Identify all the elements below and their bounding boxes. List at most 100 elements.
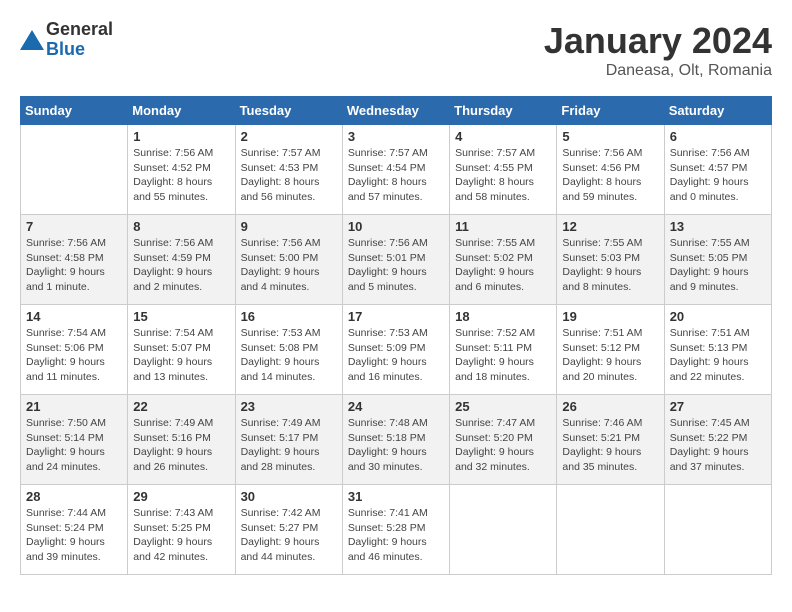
day-number: 26 — [562, 399, 658, 414]
calendar-cell: 29 Sunrise: 7:43 AM Sunset: 5:25 PM Dayli… — [128, 485, 235, 575]
day-info: Sunrise: 7:53 AM Sunset: 5:08 PM Dayligh… — [241, 326, 337, 385]
day-number: 1 — [133, 129, 229, 144]
calendar-cell: 31 Sunrise: 7:41 AM Sunset: 5:28 PM Dayli… — [342, 485, 449, 575]
day-info: Sunrise: 7:53 AM Sunset: 5:09 PM Dayligh… — [348, 326, 444, 385]
day-info: Sunrise: 7:50 AM Sunset: 5:14 PM Dayligh… — [26, 416, 122, 475]
day-number: 7 — [26, 219, 122, 234]
day-number: 10 — [348, 219, 444, 234]
header-wednesday: Wednesday — [342, 97, 449, 125]
day-info: Sunrise: 7:56 AM Sunset: 4:59 PM Dayligh… — [133, 236, 229, 295]
calendar-cell: 7 Sunrise: 7:56 AM Sunset: 4:58 PM Daylig… — [21, 215, 128, 305]
day-info: Sunrise: 7:56 AM Sunset: 4:52 PM Dayligh… — [133, 146, 229, 205]
calendar-week-1: 7 Sunrise: 7:56 AM Sunset: 4:58 PM Daylig… — [21, 215, 772, 305]
day-number: 6 — [670, 129, 766, 144]
calendar-cell: 9 Sunrise: 7:56 AM Sunset: 5:00 PM Daylig… — [235, 215, 342, 305]
day-number: 29 — [133, 489, 229, 504]
day-info: Sunrise: 7:56 AM Sunset: 5:00 PM Dayligh… — [241, 236, 337, 295]
day-info: Sunrise: 7:49 AM Sunset: 5:16 PM Dayligh… — [133, 416, 229, 475]
calendar-cell: 17 Sunrise: 7:53 AM Sunset: 5:09 PM Dayli… — [342, 305, 449, 395]
logo: General Blue — [20, 20, 113, 60]
day-number: 12 — [562, 219, 658, 234]
day-number: 9 — [241, 219, 337, 234]
day-info: Sunrise: 7:43 AM Sunset: 5:25 PM Dayligh… — [133, 506, 229, 565]
calendar-cell: 19 Sunrise: 7:51 AM Sunset: 5:12 PM Dayli… — [557, 305, 664, 395]
calendar-cell: 28 Sunrise: 7:44 AM Sunset: 5:24 PM Dayli… — [21, 485, 128, 575]
calendar-header-row: SundayMondayTuesdayWednesdayThursdayFrid… — [21, 97, 772, 125]
day-info: Sunrise: 7:51 AM Sunset: 5:12 PM Dayligh… — [562, 326, 658, 385]
day-number: 13 — [670, 219, 766, 234]
day-number: 31 — [348, 489, 444, 504]
calendar-cell: 30 Sunrise: 7:42 AM Sunset: 5:27 PM Dayli… — [235, 485, 342, 575]
day-info: Sunrise: 7:48 AM Sunset: 5:18 PM Dayligh… — [348, 416, 444, 475]
day-info: Sunrise: 7:56 AM Sunset: 4:56 PM Dayligh… — [562, 146, 658, 205]
day-number: 3 — [348, 129, 444, 144]
calendar-cell: 2 Sunrise: 7:57 AM Sunset: 4:53 PM Daylig… — [235, 125, 342, 215]
calendar-cell: 15 Sunrise: 7:54 AM Sunset: 5:07 PM Dayli… — [128, 305, 235, 395]
calendar-cell: 27 Sunrise: 7:45 AM Sunset: 5:22 PM Dayli… — [664, 395, 771, 485]
day-number: 5 — [562, 129, 658, 144]
day-info: Sunrise: 7:56 AM Sunset: 5:01 PM Dayligh… — [348, 236, 444, 295]
day-info: Sunrise: 7:41 AM Sunset: 5:28 PM Dayligh… — [348, 506, 444, 565]
day-number: 27 — [670, 399, 766, 414]
calendar-cell: 20Sunrise: 7:51 AM Sunset: 5:13 PM Dayli… — [664, 305, 771, 395]
calendar-cell — [450, 485, 557, 575]
calendar-cell: 3Sunrise: 7:57 AM Sunset: 4:54 PM Daylig… — [342, 125, 449, 215]
calendar-cell: 16 Sunrise: 7:53 AM Sunset: 5:08 PM Dayli… — [235, 305, 342, 395]
day-number: 30 — [241, 489, 337, 504]
day-number: 19 — [562, 309, 658, 324]
header-friday: Friday — [557, 97, 664, 125]
day-number: 20 — [670, 309, 766, 324]
day-info: Sunrise: 7:54 AM Sunset: 5:07 PM Dayligh… — [133, 326, 229, 385]
header-monday: Monday — [128, 97, 235, 125]
location: Daneasa, Olt, Romania — [544, 62, 772, 80]
calendar-cell — [21, 125, 128, 215]
day-info: Sunrise: 7:52 AM Sunset: 5:11 PM Dayligh… — [455, 326, 551, 385]
calendar-week-4: 28 Sunrise: 7:44 AM Sunset: 5:24 PM Dayli… — [21, 485, 772, 575]
calendar-table: SundayMondayTuesdayWednesdayThursdayFrid… — [20, 96, 772, 575]
calendar-cell — [664, 485, 771, 575]
day-number: 16 — [241, 309, 337, 324]
day-info: Sunrise: 7:42 AM Sunset: 5:27 PM Dayligh… — [241, 506, 337, 565]
day-info: Sunrise: 7:57 AM Sunset: 4:55 PM Dayligh… — [455, 146, 551, 205]
calendar-week-2: 14 Sunrise: 7:54 AM Sunset: 5:06 PM Dayli… — [21, 305, 772, 395]
calendar-cell: 1 Sunrise: 7:56 AM Sunset: 4:52 PM Daylig… — [128, 125, 235, 215]
day-number: 18 — [455, 309, 551, 324]
day-number: 8 — [133, 219, 229, 234]
calendar-cell: 18 Sunrise: 7:52 AM Sunset: 5:11 PM Dayli… — [450, 305, 557, 395]
calendar-cell: 22Sunrise: 7:49 AM Sunset: 5:16 PM Dayli… — [128, 395, 235, 485]
calendar-week-3: 21Sunrise: 7:50 AM Sunset: 5:14 PM Dayli… — [21, 395, 772, 485]
day-info: Sunrise: 7:44 AM Sunset: 5:24 PM Dayligh… — [26, 506, 122, 565]
day-info: Sunrise: 7:55 AM Sunset: 5:03 PM Dayligh… — [562, 236, 658, 295]
day-info: Sunrise: 7:54 AM Sunset: 5:06 PM Dayligh… — [26, 326, 122, 385]
calendar-cell: 24Sunrise: 7:48 AM Sunset: 5:18 PM Dayli… — [342, 395, 449, 485]
header-sunday: Sunday — [21, 97, 128, 125]
day-number: 14 — [26, 309, 122, 324]
day-info: Sunrise: 7:56 AM Sunset: 4:58 PM Dayligh… — [26, 236, 122, 295]
day-number: 28 — [26, 489, 122, 504]
calendar-cell: 10 Sunrise: 7:56 AM Sunset: 5:01 PM Dayli… — [342, 215, 449, 305]
calendar-cell: 4Sunrise: 7:57 AM Sunset: 4:55 PM Daylig… — [450, 125, 557, 215]
day-number: 23 — [241, 399, 337, 414]
day-number: 15 — [133, 309, 229, 324]
calendar-cell: 12 Sunrise: 7:55 AM Sunset: 5:03 PM Dayli… — [557, 215, 664, 305]
calendar-cell: 25 Sunrise: 7:47 AM Sunset: 5:20 PM Dayli… — [450, 395, 557, 485]
header-thursday: Thursday — [450, 97, 557, 125]
day-info: Sunrise: 7:47 AM Sunset: 5:20 PM Dayligh… — [455, 416, 551, 475]
day-number: 17 — [348, 309, 444, 324]
calendar-cell: 11Sunrise: 7:55 AM Sunset: 5:02 PM Dayli… — [450, 215, 557, 305]
calendar-cell: 6 Sunrise: 7:56 AM Sunset: 4:57 PM Daylig… — [664, 125, 771, 215]
day-number: 11 — [455, 219, 551, 234]
day-number: 25 — [455, 399, 551, 414]
header-saturday: Saturday — [664, 97, 771, 125]
title-block: January 2024 Daneasa, Olt, Romania — [544, 20, 772, 80]
day-info: Sunrise: 7:57 AM Sunset: 4:53 PM Dayligh… — [241, 146, 337, 205]
month-title: January 2024 — [544, 20, 772, 62]
logo-general: General — [46, 20, 113, 40]
logo-text: General Blue — [46, 20, 113, 60]
calendar-cell: 23Sunrise: 7:49 AM Sunset: 5:17 PM Dayli… — [235, 395, 342, 485]
calendar-cell: 21Sunrise: 7:50 AM Sunset: 5:14 PM Dayli… — [21, 395, 128, 485]
day-info: Sunrise: 7:45 AM Sunset: 5:22 PM Dayligh… — [670, 416, 766, 475]
day-number: 2 — [241, 129, 337, 144]
day-info: Sunrise: 7:56 AM Sunset: 4:57 PM Dayligh… — [670, 146, 766, 205]
calendar-cell: 5 Sunrise: 7:56 AM Sunset: 4:56 PM Daylig… — [557, 125, 664, 215]
